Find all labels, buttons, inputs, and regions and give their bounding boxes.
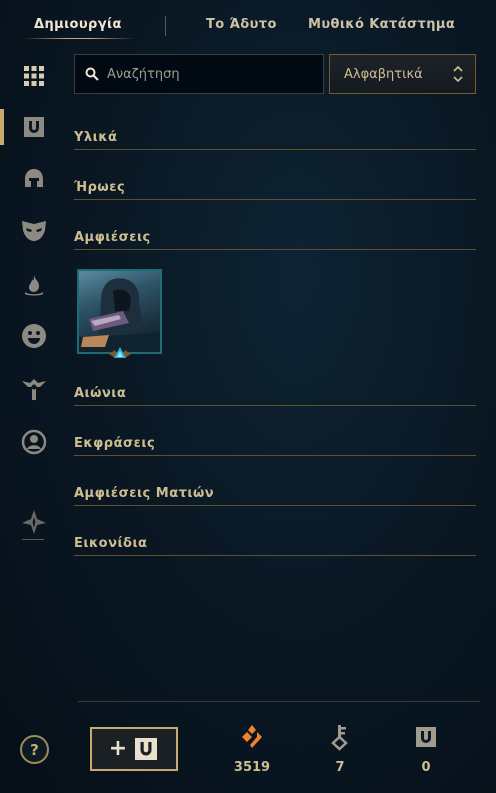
ward-icon[interactable] xyxy=(20,375,48,403)
category-label: Εικονίδια xyxy=(74,536,148,551)
search-icon xyxy=(85,67,99,81)
add-chest-button[interactable]: + xyxy=(90,727,178,771)
key-value: 7 xyxy=(335,760,345,775)
rail-active-indicator xyxy=(0,109,4,145)
category-rail xyxy=(0,52,70,592)
chest-value: 0 xyxy=(421,760,431,775)
tab-mythic-shop[interactable]: Μυθικό Κατάστημα xyxy=(308,17,455,32)
chest-icon xyxy=(416,727,436,747)
sort-dropdown[interactable]: Αλφαβητικά xyxy=(329,54,476,94)
category-eternals[interactable]: Αιώνια xyxy=(74,384,476,406)
category-champions[interactable]: Ήρωες xyxy=(74,178,476,200)
category-label: Αιώνια xyxy=(74,386,127,401)
sort-chevron-icon xyxy=(453,65,463,83)
epic-rarity-gem-icon xyxy=(109,347,131,358)
tab-sanctum[interactable]: Το Άδυτο xyxy=(206,17,277,32)
orange-essence-icon xyxy=(242,725,262,748)
chest-icon[interactable] xyxy=(20,113,48,141)
top-navigation: Δημιουργία Το Άδυτο Μυθικό Κατάστημα xyxy=(0,0,496,52)
category-label: Ήρωες xyxy=(74,180,126,195)
category-emotes[interactable]: Εκφράσεις xyxy=(74,434,476,456)
active-tab-underline xyxy=(23,38,135,39)
key-counter: 7 xyxy=(320,722,360,775)
search-box[interactable] xyxy=(74,54,324,94)
plus-icon: + xyxy=(108,736,128,761)
flame-icon[interactable] xyxy=(20,271,48,299)
category-label: Αμφιέσεις xyxy=(74,230,151,245)
hooded-champion-skin-portrait xyxy=(79,278,160,352)
search-input[interactable] xyxy=(107,66,307,82)
crest-icon[interactable] xyxy=(20,508,48,536)
category-ward-skins[interactable]: Αμφιέσεις Ματιών xyxy=(74,484,476,506)
key-icon xyxy=(331,725,348,751)
help-button[interactable]: ? xyxy=(20,735,49,764)
footer-divider xyxy=(78,701,480,702)
nav-divider xyxy=(165,16,166,36)
category-label: Εκφράσεις xyxy=(74,436,156,451)
tab-crafting[interactable]: Δημιουργία xyxy=(34,17,122,32)
sort-selected-label: Αλφαβητικά xyxy=(344,66,423,82)
rail-divider xyxy=(22,539,44,540)
category-skins[interactable]: Αμφιέσεις xyxy=(74,228,476,250)
category-label: Υλικά xyxy=(74,130,118,145)
skin-tile[interactable] xyxy=(77,269,162,354)
orange-essence-value: 3519 xyxy=(233,760,271,775)
grid-icon[interactable] xyxy=(20,62,48,90)
mask-icon[interactable] xyxy=(20,216,48,244)
category-icons[interactable]: Εικονίδια xyxy=(74,534,476,556)
category-materials[interactable]: Υλικά xyxy=(74,128,476,150)
emote-face-icon[interactable] xyxy=(20,322,48,350)
chest-counter: 0 xyxy=(406,722,446,775)
orange-essence-counter: 3519 xyxy=(232,722,272,775)
chest-icon xyxy=(135,738,158,760)
helmet-icon[interactable] xyxy=(20,165,48,193)
category-label: Αμφιέσεις Ματιών xyxy=(74,486,215,501)
profile-icon[interactable] xyxy=(20,428,48,456)
